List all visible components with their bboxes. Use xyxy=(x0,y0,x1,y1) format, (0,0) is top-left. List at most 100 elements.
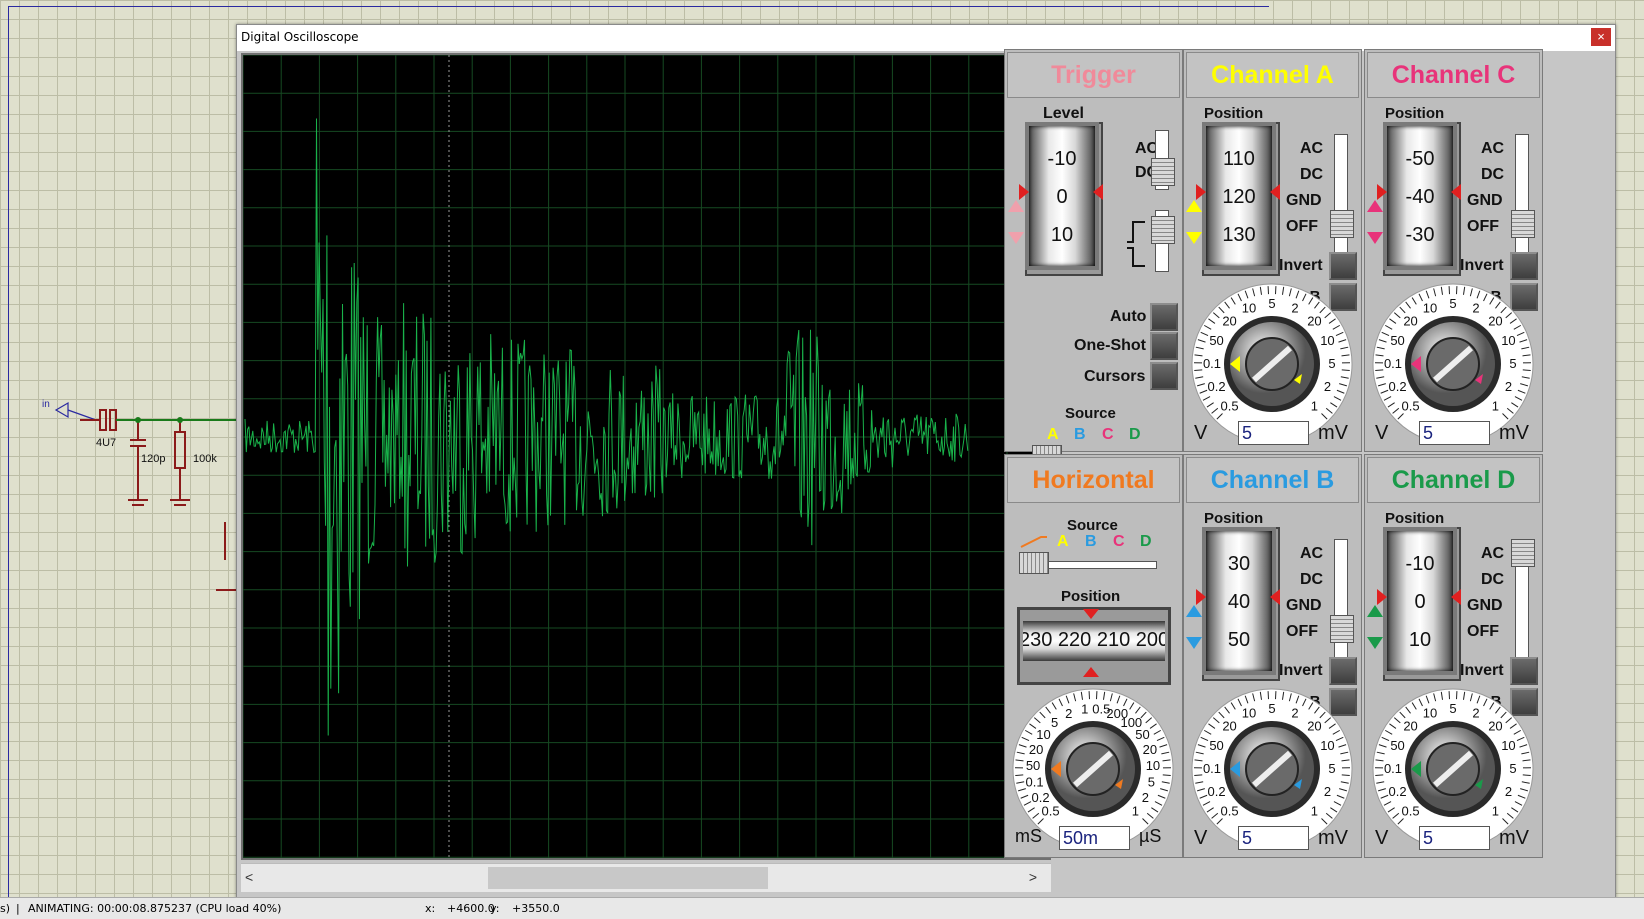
svg-text:2: 2 xyxy=(1142,790,1149,805)
channel-a-invert-button[interactable] xyxy=(1329,252,1357,280)
drum-value: 110 xyxy=(1206,148,1272,171)
svg-text:5: 5 xyxy=(1509,356,1516,371)
channel-d-unit-mv: mV xyxy=(1499,827,1529,850)
drum-markers-icon xyxy=(1019,182,1109,202)
channel-c-unit-v: V xyxy=(1375,422,1388,445)
svg-text:20: 20 xyxy=(1307,314,1321,329)
simulation-status: ANIMATING: 00:00:08.875237 (CPU load 40%… xyxy=(28,902,281,915)
svg-text:10: 10 xyxy=(1320,333,1334,348)
channel-c-invert-label: Invert xyxy=(1460,257,1504,275)
svg-text:5: 5 xyxy=(1449,701,1456,716)
c1-label: 4U7 xyxy=(96,437,116,449)
channel-a-unit-v: V xyxy=(1194,422,1207,445)
trigger-coupling-thumb[interactable] xyxy=(1151,158,1175,186)
svg-text:2: 2 xyxy=(1291,301,1298,316)
channel-a-ac: AC xyxy=(1300,140,1323,158)
one-shot-button[interactable] xyxy=(1150,332,1178,360)
svg-text:5: 5 xyxy=(1268,701,1275,716)
svg-text:20: 20 xyxy=(1488,719,1502,734)
trigger-level-arrows-icon xyxy=(1007,200,1025,244)
y-label: y: xyxy=(490,902,499,915)
channel-c-coupling-thumb[interactable] xyxy=(1511,210,1535,238)
channel-a-off: OFF xyxy=(1286,218,1318,236)
drum-markers-icon xyxy=(1377,587,1467,607)
channel-b-invert-button[interactable] xyxy=(1329,657,1357,685)
channel-d-position-label: Position xyxy=(1385,510,1444,527)
horizontal-source-thumb[interactable] xyxy=(1019,552,1049,574)
channel-a-panel: Channel A Position 110 120 130 AC DC GND… xyxy=(1183,49,1362,452)
unit-ms: mS xyxy=(1015,826,1042,847)
channel-d-position-arrows-icon xyxy=(1367,605,1383,649)
svg-text:10: 10 xyxy=(1501,333,1515,348)
channel-b-panel: Channel B Position 30 40 50 AC DC GND OF… xyxy=(1183,454,1362,858)
drum-value: -50 xyxy=(1387,148,1453,171)
channel-d-volts-field[interactable]: 5 xyxy=(1419,826,1490,850)
channel-c-volts-field[interactable]: 5 xyxy=(1419,421,1490,445)
trigger-source-label: Source xyxy=(1065,405,1116,422)
channel-a-coupling-thumb[interactable] xyxy=(1330,210,1354,238)
channel-c-position-arrows-icon xyxy=(1367,200,1383,244)
channel-b-ac: AC xyxy=(1300,545,1323,563)
status-divider: | xyxy=(16,902,20,915)
channel-b-invert-label: Invert xyxy=(1279,662,1323,680)
channel-c-invert-button[interactable] xyxy=(1510,252,1538,280)
one-shot-label: One-Shot xyxy=(1074,337,1146,355)
channel-a-gnd: GND xyxy=(1286,192,1322,210)
title-bar: Digital Oscilloscope × xyxy=(237,25,1615,51)
channel-a-title: Channel A xyxy=(1186,52,1359,98)
svg-text:0.5: 0.5 xyxy=(1221,803,1239,818)
drum-value: 50 xyxy=(1206,629,1272,652)
channel-d-coupling-thumb[interactable] xyxy=(1511,539,1535,567)
scope-screen[interactable] xyxy=(241,53,1051,860)
channel-d-invert-label: Invert xyxy=(1460,662,1504,680)
r1-label: 100k xyxy=(193,453,217,465)
auto-label: Auto xyxy=(1110,308,1146,326)
c2-label: 120p xyxy=(141,453,165,465)
x-coordinate: +4600.0 xyxy=(447,902,495,915)
channel-b-coupling-thumb[interactable] xyxy=(1330,615,1354,643)
probe-icon xyxy=(56,403,68,417)
scroll-left-icon[interactable]: < xyxy=(245,869,253,885)
source-a: A xyxy=(1047,426,1059,444)
trigger-title: Trigger xyxy=(1007,52,1180,98)
channel-d-invert-button[interactable] xyxy=(1510,657,1538,685)
channel-c-unit-mv: mV xyxy=(1499,422,1529,445)
horizontal-scrollbar[interactable]: < > xyxy=(241,863,1051,892)
drum-value: 10 xyxy=(1029,224,1095,247)
channel-d-dc: DC xyxy=(1481,571,1504,589)
channel-d-title: Channel D xyxy=(1367,457,1540,503)
trigger-edge-thumb[interactable] xyxy=(1151,216,1175,244)
channel-c-panel: Channel C Position -50 -40 -30 AC DC GND… xyxy=(1364,49,1543,452)
drum-value: 10 xyxy=(1387,629,1453,652)
svg-text:50: 50 xyxy=(1026,758,1040,773)
channel-b-dc: DC xyxy=(1300,571,1323,589)
channel-d-off: OFF xyxy=(1467,623,1499,641)
svg-text:10: 10 xyxy=(1423,706,1437,721)
scope-display xyxy=(243,55,1049,858)
edge-icon xyxy=(1125,220,1147,270)
channel-a-volts-field[interactable]: 5 xyxy=(1238,421,1309,445)
drum-value: -10 xyxy=(1029,148,1095,171)
channel-c-ac: AC xyxy=(1481,140,1504,158)
svg-text:0.5: 0.5 xyxy=(1402,803,1420,818)
auto-button[interactable] xyxy=(1150,303,1178,331)
svg-text:0.1: 0.1 xyxy=(1203,356,1221,371)
svg-text:50: 50 xyxy=(1390,333,1404,348)
svg-text:1: 1 xyxy=(1081,702,1088,717)
svg-text:0.5: 0.5 xyxy=(1402,398,1420,413)
channel-b-position-label: Position xyxy=(1204,510,1263,527)
source-d: D xyxy=(1129,426,1141,444)
y-coordinate: +3550.0 xyxy=(512,902,560,915)
cursors-button[interactable] xyxy=(1150,362,1178,390)
channel-b-volts-field[interactable]: 5 xyxy=(1238,826,1309,850)
drum-value: -30 xyxy=(1387,224,1453,247)
status-bar: s) | ANIMATING: 00:00:08.875237 (CPU loa… xyxy=(0,897,1644,919)
svg-text:0.2: 0.2 xyxy=(1032,790,1050,805)
scroll-thumb[interactable] xyxy=(488,867,768,889)
close-button[interactable]: × xyxy=(1591,28,1611,46)
schematic-fragment: in 4U7 120p 100k xyxy=(0,0,240,900)
channel-c-off: OFF xyxy=(1467,218,1499,236)
timebase-field[interactable]: 50m xyxy=(1059,826,1130,850)
scroll-right-icon[interactable]: > xyxy=(1029,869,1037,885)
svg-text:0.2: 0.2 xyxy=(1389,784,1407,799)
